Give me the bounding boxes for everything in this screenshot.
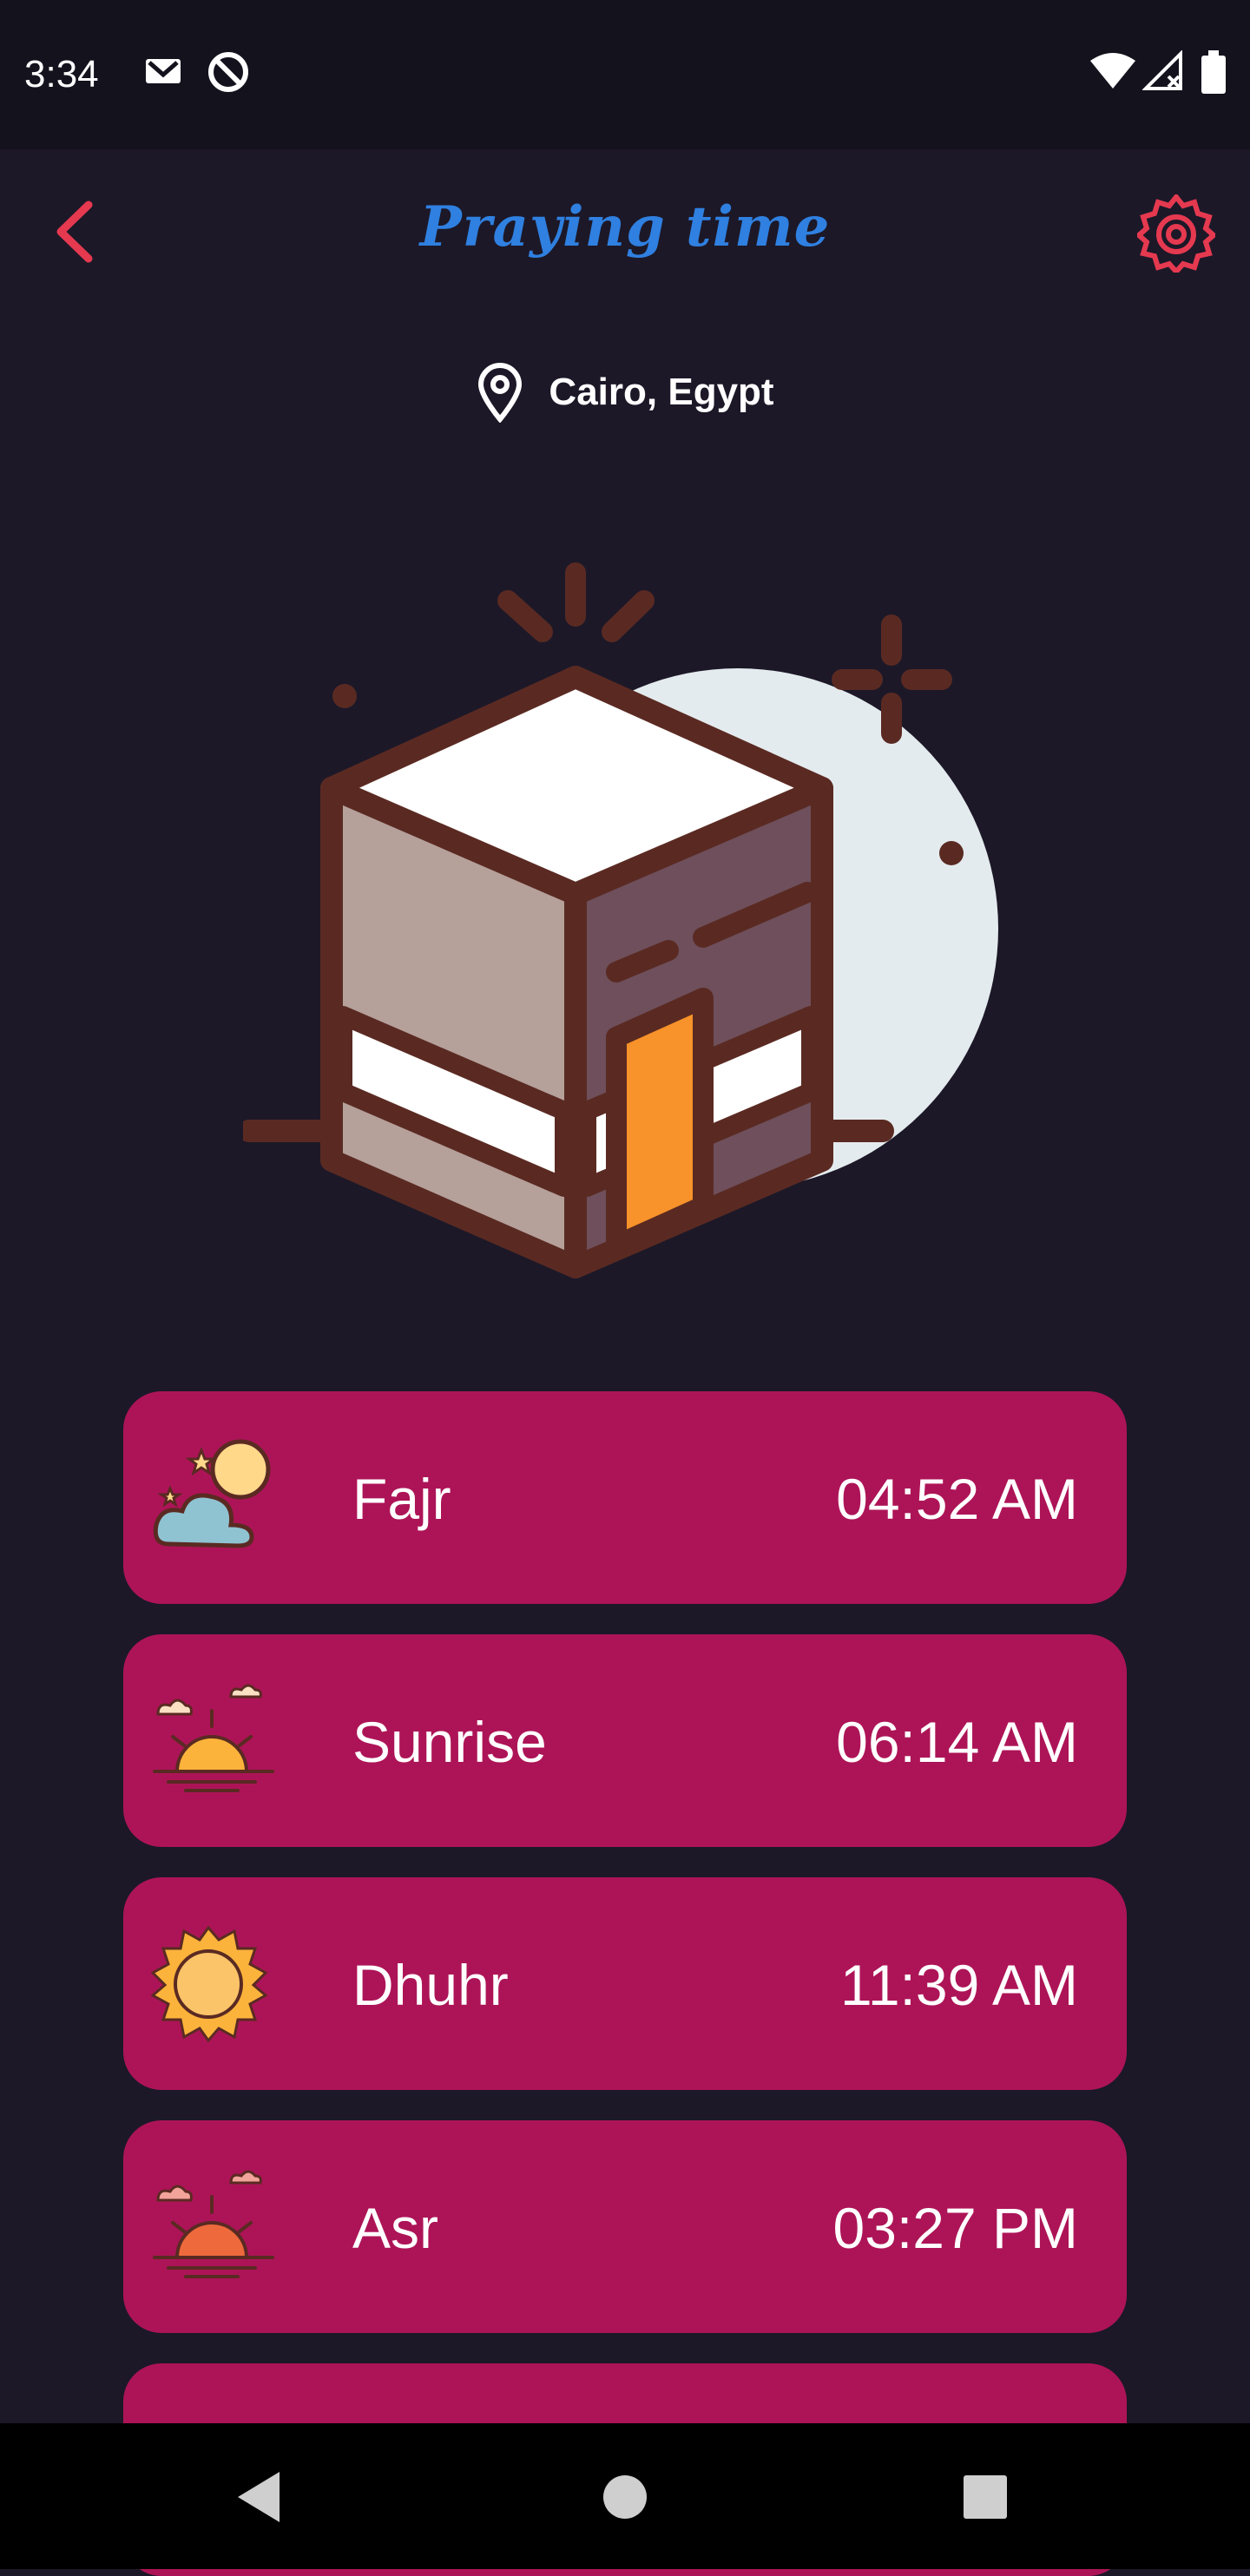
gmail-icon — [146, 59, 181, 83]
prayer-name: Dhuhr — [352, 1953, 509, 2017]
sunset-icon — [153, 2170, 274, 2278]
prayer-time: 03:27 PM — [832, 2196, 1079, 2260]
home-circle-icon — [603, 2475, 647, 2519]
prayer-name: Asr — [352, 2196, 438, 2260]
nav-recents-button[interactable] — [946, 2458, 1024, 2536]
nav-back-button[interactable] — [222, 2458, 300, 2536]
prayer-time: 11:39 AM — [840, 1953, 1078, 2017]
kaaba-illustration — [243, 562, 998, 1278]
prayer-card-dhuhr[interactable]: Dhuhr 11:39 AM — [123, 1877, 1127, 2090]
status-bar: 3:34 — [0, 0, 1250, 149]
sun-icon — [151, 1925, 268, 2043]
status-time: 3:34 — [24, 53, 99, 95]
map-pin-icon — [478, 363, 523, 423]
page-title: Praying time — [419, 194, 831, 260]
signal-icon — [1142, 50, 1182, 90]
moon-cloud-icon — [153, 1439, 271, 1548]
prayer-time: 04:52 AM — [836, 1467, 1078, 1531]
no-disturb-icon — [208, 52, 248, 92]
back-triangle-icon — [238, 2472, 280, 2522]
recents-square-icon — [964, 2475, 1007, 2519]
system-nav-bar — [0, 2423, 1250, 2569]
prayer-name: Fajr — [352, 1467, 451, 1531]
app-bar: Praying time — [0, 149, 1250, 314]
location-row: Cairo, Egypt — [0, 358, 1250, 427]
wifi-icon — [1090, 53, 1135, 89]
prayer-card-fajr[interactable]: Fajr 04:52 AM — [123, 1391, 1127, 1604]
nav-home-button[interactable] — [586, 2458, 664, 2536]
settings-button[interactable] — [1135, 193, 1218, 276]
prayer-card-sunrise[interactable]: Sunrise 06:14 AM — [123, 1634, 1127, 1847]
prayer-name: Sunrise — [352, 1710, 547, 1774]
prayer-time: 06:14 AM — [836, 1710, 1078, 1774]
sunrise-icon — [153, 1684, 274, 1792]
location-label: Cairo, Egypt — [549, 371, 774, 413]
battery-icon — [1201, 50, 1226, 94]
prayer-card-asr[interactable]: Asr 03:27 PM — [123, 2120, 1127, 2333]
gear-icon — [1135, 193, 1218, 276]
